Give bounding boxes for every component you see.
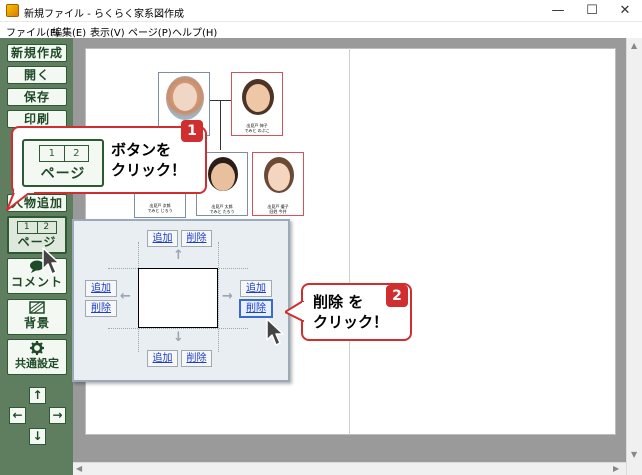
arrow-down-icon: ↓ xyxy=(173,330,184,345)
menu-help[interactable]: ヘルプ(H) xyxy=(172,24,217,39)
person-face xyxy=(268,163,290,191)
page-cells-icon: 1 2 xyxy=(17,221,57,234)
page-divider xyxy=(349,48,350,435)
menu-view[interactable]: 表示(V) xyxy=(90,24,125,39)
person-card-grandmother[interactable]: 出見戸 伸子 でみと のぶこ xyxy=(231,72,283,136)
person-reading: でみと のぶこ xyxy=(244,128,270,133)
page-button-illustration: 1 2 ページ xyxy=(22,139,104,187)
maximize-button[interactable]: ☐ xyxy=(577,2,607,20)
page-cell-2: 2 xyxy=(36,222,57,233)
comment-label: コメント xyxy=(10,275,63,289)
tree-line xyxy=(220,100,221,150)
person-card-jiro[interactable]: 出見戸 次郎 でみと じろう xyxy=(134,194,186,218)
minimize-button[interactable]: — xyxy=(543,2,573,20)
open-button[interactable]: 開く xyxy=(7,66,67,84)
top-add-button[interactable]: 追加 xyxy=(147,230,178,247)
current-page-preview xyxy=(138,268,218,328)
person-card-yuko[interactable]: 出見戸 優子 旧姓 今井 xyxy=(252,152,304,216)
vertical-scrollbar[interactable]: ▲ ▼ xyxy=(626,38,642,475)
move-down-button[interactable]: ↓ xyxy=(29,428,46,445)
background-pattern-icon xyxy=(8,301,66,315)
page-cells-icon: 1 2 xyxy=(39,145,89,162)
bottom-add-button[interactable]: 追加 xyxy=(147,350,178,367)
person-face xyxy=(246,84,270,112)
bottom-delete-button[interactable]: 削除 xyxy=(181,350,212,367)
common-settings-button[interactable]: 共通設定 xyxy=(7,339,67,375)
dotted-guide xyxy=(108,328,248,329)
scroll-right-icon[interactable]: ▶ xyxy=(613,464,619,473)
person-face xyxy=(173,83,197,111)
scroll-down-icon[interactable]: ▼ xyxy=(631,450,637,459)
arrow-left-icon: ← xyxy=(120,289,131,304)
top-delete-button[interactable]: 削除 xyxy=(181,230,212,247)
save-button[interactable]: 保存 xyxy=(7,88,67,106)
page-cell-2: 2 xyxy=(63,146,89,161)
dotted-guide xyxy=(218,242,219,352)
close-button[interactable]: ✕ xyxy=(610,2,640,20)
background-label: 背景 xyxy=(23,316,50,330)
mouse-cursor-icon xyxy=(42,247,60,275)
callout-pointer xyxy=(6,190,34,211)
menu-bar: ファイル(F) 編集(E) 表示(V) ページ(P) ヘルプ(H) xyxy=(0,22,642,39)
menu-edit[interactable]: 編集(E) xyxy=(52,24,86,39)
scroll-left-icon[interactable]: ◀ xyxy=(76,464,82,473)
app-icon xyxy=(6,4,19,17)
menu-page[interactable]: ページ(P) xyxy=(128,24,172,39)
left-add-button[interactable]: 追加 xyxy=(85,280,117,297)
horizontal-scrollbar[interactable]: ◀ ▶ xyxy=(73,462,626,475)
callout-text-2: 削除 を クリック！ xyxy=(313,293,389,331)
right-add-button[interactable]: 追加 xyxy=(240,280,272,297)
callout-number-2: 2 xyxy=(386,285,408,307)
page-cell-1: 1 xyxy=(48,148,55,159)
callout-pointer xyxy=(285,301,305,322)
gear-icon xyxy=(8,341,66,355)
new-file-button[interactable]: 新規作成 xyxy=(7,44,67,62)
move-left-button[interactable]: ← xyxy=(9,407,26,424)
person-face xyxy=(211,163,235,191)
callout-number-1: 1 xyxy=(181,120,203,142)
page-illustration-label: ページ xyxy=(40,166,86,182)
scroll-up-icon[interactable]: ▲ xyxy=(631,41,637,50)
arrow-right-icon: → xyxy=(222,289,233,304)
page-cell-1: 1 xyxy=(23,222,31,232)
left-delete-button[interactable]: 削除 xyxy=(85,300,117,317)
move-up-button[interactable]: ↑ xyxy=(29,387,46,404)
person-reading: 旧姓 今井 xyxy=(269,209,287,214)
move-right-button[interactable]: → xyxy=(49,407,66,424)
background-button[interactable]: 背景 xyxy=(7,299,67,335)
callout-text-1: ボタンを クリック！ xyxy=(111,141,187,179)
person-reading: でみと じろう xyxy=(147,208,173,213)
mouse-cursor-icon xyxy=(266,318,284,346)
common-settings-label: 共通設定 xyxy=(15,357,59,370)
title-bar: 新規ファイル - らくらく家系図作成 — ☐ ✕ xyxy=(0,0,642,22)
person-reading: でみと たろう xyxy=(209,209,235,214)
arrow-up-icon: ↑ xyxy=(173,248,184,263)
window-title: 新規ファイル - らくらく家系図作成 xyxy=(24,9,184,20)
right-delete-button[interactable]: 削除 xyxy=(239,299,273,318)
